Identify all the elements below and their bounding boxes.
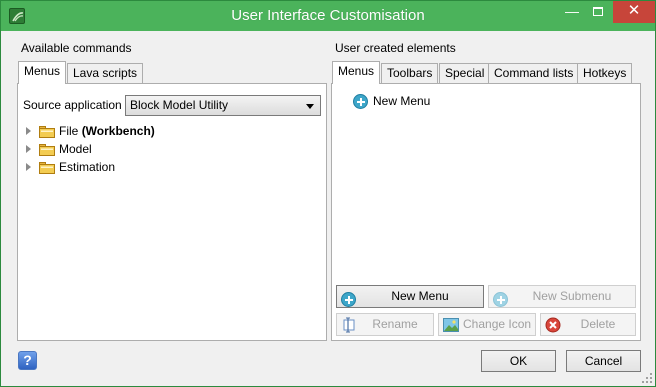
new-menu-button-label: New Menu (391, 289, 449, 303)
folder-icon (39, 144, 55, 156)
rename-icon (343, 317, 355, 333)
new-menu-item-icon (353, 94, 368, 110)
title-bar[interactable]: User Interface Customisation — ✕ (1, 1, 655, 31)
resize-grip[interactable] (642, 373, 652, 383)
new-menu-button[interactable]: New Menu (336, 285, 484, 308)
add-icon (341, 292, 356, 308)
tree-item-suffix: (Workbench) (81, 124, 155, 138)
source-application-value: Block Model Utility (130, 98, 229, 112)
available-commands-label: Available commands (21, 41, 132, 55)
add-icon (493, 292, 508, 308)
rename-button[interactable]: Rename (336, 313, 434, 336)
menu-list-item[interactable]: New Menu (353, 92, 430, 110)
tree-item-label: Model (59, 142, 92, 156)
change-icon-button-label: Change Icon (463, 317, 532, 331)
expand-arrow-icon[interactable] (26, 127, 31, 135)
tab-left-menus[interactable]: Menus (18, 61, 67, 84)
tab-lava-scripts[interactable]: Lava scripts (67, 63, 144, 84)
left-panel: Source application Block Model Utility F… (17, 83, 327, 341)
expand-arrow-icon[interactable] (26, 145, 31, 153)
folder-icon (39, 126, 55, 138)
tree-item-estimation[interactable]: Estimation (26, 158, 306, 176)
maximize-button[interactable] (586, 1, 610, 23)
chevron-down-icon (306, 104, 314, 109)
close-button[interactable]: ✕ (613, 1, 655, 23)
change-icon-button[interactable]: Change Icon (438, 313, 536, 336)
source-application-select[interactable]: Block Model Utility (125, 95, 321, 116)
ok-button[interactable]: OK (481, 350, 556, 372)
tab-special[interactable]: Special (439, 63, 491, 84)
window-title: User Interface Customisation (231, 7, 425, 24)
new-submenu-button-label: New Submenu (532, 289, 612, 303)
tab-right-menus[interactable]: Menus (332, 61, 381, 84)
folder-icon (39, 162, 55, 174)
maximize-icon (593, 7, 603, 16)
tree-item-model[interactable]: Model (26, 140, 306, 158)
delete-button[interactable]: Delete (540, 313, 636, 336)
minimize-button[interactable]: — (560, 1, 584, 23)
tab-command-lists[interactable]: Command lists (488, 63, 580, 84)
expand-arrow-icon[interactable] (26, 163, 31, 171)
user-created-elements-label: User created elements (335, 41, 456, 55)
help-icon[interactable]: ? (18, 351, 37, 370)
tab-hotkeys[interactable]: Hotkeys (577, 63, 633, 84)
image-icon (443, 318, 459, 332)
tree-item-label: Estimation (59, 160, 116, 174)
new-submenu-button[interactable]: New Submenu (488, 285, 636, 308)
delete-icon (545, 317, 561, 333)
rename-button-label: Rename (372, 317, 418, 331)
source-application-label: Source application (23, 98, 122, 112)
cancel-button[interactable]: Cancel (566, 350, 641, 372)
menu-list-item-label: New Menu (373, 94, 431, 108)
delete-button-label: Delete (580, 317, 616, 331)
tab-toolbars[interactable]: Toolbars (381, 63, 439, 84)
tree-item-label: File (59, 124, 79, 138)
tree-item-file[interactable]: File (Workbench) (26, 122, 306, 140)
customisation-dialog: User Interface Customisation — ✕ Availab… (0, 0, 656, 387)
right-panel: New Menu New Menu New Submenu Rename Cha… (331, 83, 641, 341)
